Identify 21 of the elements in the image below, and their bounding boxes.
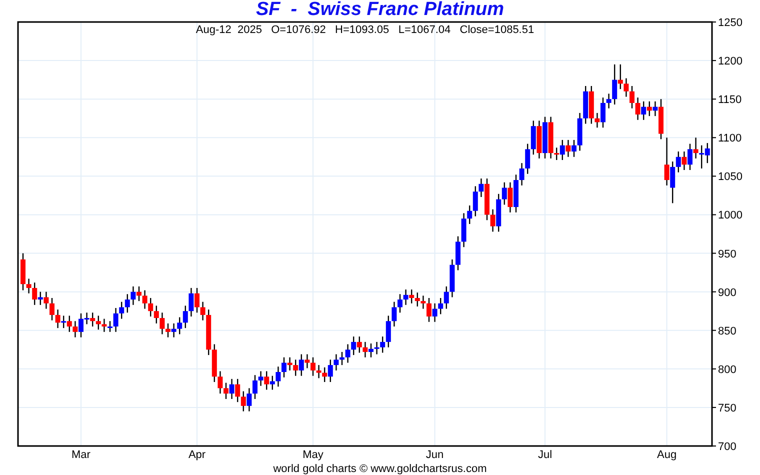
y-axis-label: 1250 [718,17,742,29]
y-axis-label: 1200 [718,56,742,68]
y-axis-label: 700 [718,441,736,453]
x-axis-label: Jun [426,449,444,461]
x-axis-label: Aug [657,449,677,461]
x-axis-label: May [302,449,324,461]
y-axis-label: 1100 [718,132,742,145]
copyright-footer: world gold charts © www.goldchartsrus.com [273,463,487,475]
y-axis-label: 1150 [718,94,742,106]
quote-summary: Aug-12 2025 O=1076.92 H=1093.05 L=1067.04 Close=1085.51 [196,24,534,36]
x-axis-label: Jul [538,449,552,461]
y-axis-label: 800 [718,364,736,376]
x-axis-label: Apr [188,449,206,461]
y-axis-label: 950 [718,248,736,260]
chart-title: SF - Swiss Franc Platinum [256,0,504,20]
x-axis-label: Mar [72,449,90,461]
y-axis-label: 850 [718,325,736,338]
y-axis-label: 750 [718,402,736,414]
y-axis-label: 1050 [718,171,742,184]
y-axis-label: 1000 [718,210,742,222]
y-axis-label: 900 [718,286,736,299]
